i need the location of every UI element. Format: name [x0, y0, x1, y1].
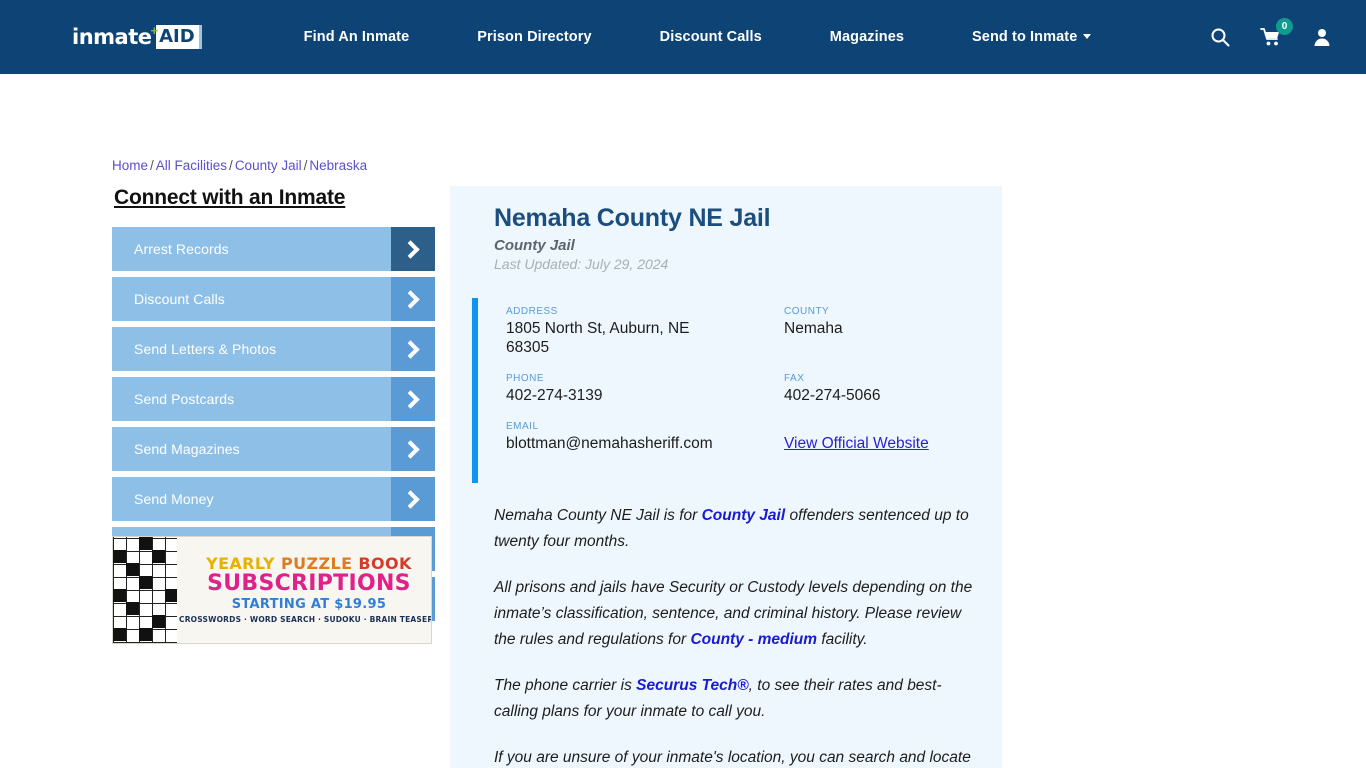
view-official-website-link[interactable]: View Official Website	[784, 435, 929, 453]
logo-plus-icon: +	[150, 22, 159, 38]
sidebar-item-label: Arrest Records	[134, 241, 229, 257]
text-run: If you are unsure of your inmate's locat…	[494, 749, 971, 766]
sidebar-item-label: Discount Calls	[134, 291, 225, 307]
sidebar-title: Connect with an Inmate	[114, 186, 346, 209]
text-run: Nemaha County NE Jail is for	[494, 507, 702, 524]
facility-description: Nemaha County NE Jail is for County Jail…	[472, 503, 980, 768]
ad-categories-line: CROSSWORDS · WORD SEARCH · SUDOKU · BRAI…	[179, 615, 432, 624]
search-icon	[1211, 28, 1230, 47]
site-header: inmate + AID Find An Inmate Prison Direc…	[0, 0, 1366, 74]
sidebar-item-label: Send Letters & Photos	[134, 341, 277, 357]
paragraph-sentencing: Nemaha County NE Jail is for County Jail…	[494, 503, 976, 555]
field-label: FAX	[784, 373, 805, 384]
field-value: 1805 North St, Auburn, NE 68305	[506, 320, 690, 356]
sidebar-item-label: Send Money	[134, 491, 214, 507]
link-county-jail[interactable]: County Jail	[702, 507, 786, 524]
field-value: Nemaha	[784, 320, 843, 337]
breadcrumb-item-nebraska[interactable]: Nebraska	[309, 158, 367, 173]
breadcrumb-separator: /	[229, 158, 233, 173]
nav-label: Send to Inmate	[972, 29, 1078, 45]
chevron-right-icon	[391, 227, 435, 271]
field-email: EMAIL blottman@nemahasheriff.com	[506, 421, 784, 453]
account-button[interactable]	[1312, 27, 1332, 47]
link-county-medium[interactable]: County - medium	[690, 631, 817, 648]
field-label: ADDRESS	[506, 306, 558, 317]
field-label: PHONE	[506, 373, 545, 384]
ad-subscriptions-word: SUBSCRIPTIONS	[207, 571, 411, 596]
sidebar-item-label: Send Magazines	[134, 441, 240, 457]
cart-count-badge: 0	[1276, 18, 1293, 35]
site-logo[interactable]: inmate + AID	[72, 22, 202, 52]
facility-detail-panel: Nemaha County NE Jail County Jail Last U…	[450, 186, 1002, 768]
nav-label: Discount Calls	[659, 29, 762, 45]
chevron-right-icon	[391, 377, 435, 421]
breadcrumb-separator: /	[303, 158, 308, 173]
search-button[interactable]	[1210, 27, 1230, 47]
field-fax: FAX 402-274-5066	[784, 373, 980, 405]
field-county: COUNTY Nemaha	[784, 306, 980, 357]
header-actions: 0	[1210, 18, 1344, 47]
page-body: Home / All Facilities / County Jail / Nebraska…	[0, 74, 1366, 768]
sidebar-item-arrest-records[interactable]: Arrest Records	[112, 227, 435, 271]
field-address: ADDRESS 1805 North St, Auburn, NE 68305	[506, 306, 784, 357]
field-official-website: View Official Website	[784, 435, 980, 469]
sidebar-item-send-letters-photos[interactable]: Send Letters & Photos	[112, 327, 435, 371]
nav-item-send-to-inmate[interactable]: Send to Inmate	[938, 29, 1125, 45]
puzzle-book-ad-banner[interactable]: YEARLY PUZZLE BOOK SUBSCRIPTIONS STARTIN…	[112, 536, 432, 644]
facility-type: County Jail	[494, 237, 575, 254]
chevron-down-icon	[1083, 34, 1092, 39]
user-account-icon	[1314, 29, 1330, 46]
field-phone: PHONE 402-274-3139	[506, 373, 784, 405]
paragraph-security-levels: All prisons and jails have Security or C…	[494, 575, 976, 653]
cart-button[interactable]: 0	[1260, 18, 1293, 47]
paragraph-phone-carrier: The phone carrier is Securus Tech®, to s…	[494, 673, 976, 725]
breadcrumb: Home / All Facilities / County Jail / Nebraska	[112, 158, 367, 173]
nav-label: Find An Inmate	[303, 29, 410, 45]
field-value: 402-274-3139	[506, 387, 603, 404]
chevron-right-icon	[391, 327, 435, 371]
chevron-right-icon	[391, 477, 435, 521]
logo-aid: AID	[156, 25, 202, 49]
text-run: facility.	[817, 631, 868, 648]
sidebar-item-send-postcards[interactable]: Send Postcards	[112, 377, 435, 421]
chevron-right-icon	[391, 277, 435, 321]
crossword-grid-graphic	[113, 537, 177, 643]
ad-headline: YEARLY PUZZLE BOOK	[206, 556, 412, 572]
paragraph-inmate-search: If you are unsure of your inmate's locat…	[494, 745, 976, 768]
field-value: 402-274-5066	[784, 387, 881, 404]
nav-item-prison-directory[interactable]: Prison Directory	[443, 29, 625, 45]
link-securus-tech[interactable]: Securus Tech®	[636, 677, 749, 694]
breadcrumb-item-county-jail[interactable]: County Jail	[235, 158, 302, 173]
text-run: The phone carrier is	[494, 677, 637, 694]
ad-text-block: YEARLY PUZZLE BOOK SUBSCRIPTIONS STARTIN…	[177, 537, 432, 643]
field-label: COUNTY	[784, 306, 830, 317]
nav-item-magazines[interactable]: Magazines	[796, 29, 938, 45]
page-title: Nemaha County NE Jail	[494, 204, 771, 232]
sidebar-item-discount-calls[interactable]: Discount Calls	[112, 277, 435, 321]
nav-item-find-an-inmate[interactable]: Find An Inmate	[270, 29, 444, 45]
field-value: blottman@nemahasheriff.com	[506, 435, 713, 452]
last-updated-text: Last Updated: July 29, 2024	[494, 256, 669, 272]
main-navigation: Find An Inmate Prison Directory Discount…	[270, 29, 1126, 45]
field-label: EMAIL	[506, 421, 539, 432]
sidebar-item-send-magazines[interactable]: Send Magazines	[112, 427, 435, 471]
breadcrumb-item-all-facilities[interactable]: All Facilities	[156, 158, 227, 173]
nav-label: Prison Directory	[477, 29, 592, 45]
sidebar-item-label: Send Postcards	[134, 391, 235, 407]
nav-item-discount-calls[interactable]: Discount Calls	[626, 29, 796, 45]
nav-label: Magazines	[829, 29, 905, 45]
ad-price-line: STARTING AT $19.95	[231, 597, 387, 612]
breadcrumb-separator: /	[150, 158, 154, 173]
contact-info-block: ADDRESS 1805 North St, Auburn, NE 68305 …	[472, 298, 980, 483]
logo-word: inmate	[72, 25, 152, 49]
sidebar-item-send-money[interactable]: Send Money	[112, 477, 435, 521]
chevron-right-icon	[391, 427, 435, 471]
breadcrumb-item-home[interactable]: Home	[112, 158, 148, 173]
